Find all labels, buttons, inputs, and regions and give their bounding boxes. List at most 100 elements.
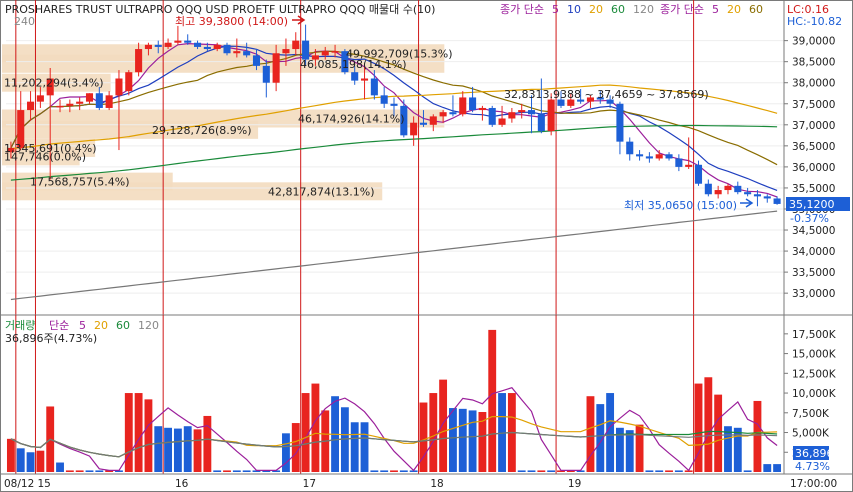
- candle-body: [665, 154, 673, 159]
- volume-bar: [527, 470, 536, 472]
- volume-bar: [223, 470, 231, 472]
- price-tick-label: 36,5000: [792, 141, 835, 153]
- candle-body: [351, 72, 359, 81]
- volume-bar: [164, 427, 173, 472]
- volume-bar: [665, 470, 673, 472]
- price-tick-label: 35,5000: [792, 183, 835, 195]
- price-tick-label: 38,0000: [792, 78, 835, 90]
- volume-profile-label: 29,128,726(8.9%): [152, 124, 252, 137]
- candle-body: [360, 78, 369, 81]
- price-tick-label: 39,0000: [792, 36, 835, 48]
- price-legend-left: 240: [14, 15, 35, 28]
- volume-profile-label: 46,174,926(14.1%): [298, 112, 405, 125]
- candle-body: [302, 40, 310, 60]
- legend-close-right-label: 종가 단순: [660, 3, 704, 16]
- volume-bar: [183, 426, 192, 472]
- volume-bar: [75, 470, 84, 472]
- volume-profile-label: 46,085,198(14.1%): [300, 58, 407, 71]
- legend-right-ma60-label: 60: [749, 3, 763, 16]
- volume-bar: [704, 377, 713, 472]
- volume-bar: [36, 450, 45, 472]
- volume-tick-label: 10,000K: [792, 388, 837, 400]
- volume-bar: [429, 393, 438, 472]
- volume-bar: [6, 438, 15, 472]
- candle-body: [164, 42, 172, 47]
- candle-body: [714, 190, 722, 195]
- volume-note: 36,896주(4.73%): [5, 332, 97, 345]
- volume-bar: [439, 379, 448, 472]
- x-tick-label: 18: [430, 478, 443, 490]
- volume-bar: [458, 408, 467, 472]
- volume-bar: [773, 464, 782, 472]
- candle-body: [753, 194, 761, 197]
- legend-ma20-label: 20: [589, 3, 603, 16]
- volume-bar: [714, 394, 723, 472]
- volume-bar: [203, 415, 212, 472]
- candle-body: [636, 154, 644, 157]
- candle-body: [262, 65, 270, 83]
- volume-bar: [56, 462, 64, 472]
- volume-bar: [232, 470, 241, 472]
- range-label: 32,8313.9388 ~ 37,4659 ~ 37,8569): [504, 88, 709, 101]
- volume-bar: [242, 470, 251, 472]
- stock-chart: 49,992,709(15.3%)46,085,198(14.1%)11,202…: [0, 0, 853, 492]
- x-tick-label: 16: [175, 478, 189, 490]
- volume-bar: [26, 452, 35, 472]
- candle-body: [685, 164, 693, 167]
- volume-bar: [724, 426, 732, 472]
- volume-bar: [16, 448, 25, 472]
- price-tick-label: 34,0000: [792, 246, 835, 258]
- current-volume-pct: 4.73%: [795, 460, 830, 473]
- candle-body: [105, 95, 113, 108]
- candle-body: [616, 103, 624, 142]
- volume-bar: [360, 422, 369, 472]
- volume-bar: [95, 470, 104, 472]
- candle-body: [282, 49, 290, 54]
- candle-body: [272, 53, 280, 83]
- candle-body: [694, 164, 703, 184]
- candle-body: [85, 93, 94, 102]
- candle-body: [419, 122, 428, 125]
- price-tick-label: 37,0000: [792, 120, 835, 132]
- volume-bar: [606, 393, 615, 472]
- volume-bar: [488, 329, 497, 472]
- volume-bar: [743, 470, 752, 472]
- hc-label: HC:-10.82: [787, 15, 842, 28]
- volume-bar: [468, 410, 477, 472]
- volume-tick-label: 17,500K: [792, 329, 837, 341]
- volume-bar: [517, 470, 526, 472]
- volume-bar: [350, 422, 359, 472]
- candle-body: [724, 185, 732, 191]
- volume-profile-label: 11,202,294(3.4%): [4, 77, 104, 90]
- volume-bar: [625, 430, 634, 472]
- volume-tick-label: 12,500K: [792, 368, 837, 380]
- volume-legend-item: 5: [79, 319, 86, 332]
- low-label: 최저 35,0650 (15:00): [624, 199, 737, 212]
- volume-bar: [134, 393, 143, 472]
- volume-bar: [311, 383, 320, 472]
- legend-ma240-label: 240: [14, 15, 35, 28]
- candle-body: [144, 44, 152, 50]
- legend-right-ma20-label: 20: [727, 3, 741, 16]
- x-tick-label: 17: [303, 478, 316, 490]
- x-tick-label: 08/12: [4, 478, 34, 490]
- candle-body: [675, 158, 683, 167]
- candle-body: [370, 78, 378, 96]
- current-volume: 36,896: [795, 447, 834, 460]
- volume-bar: [674, 470, 683, 472]
- volume-bar: [291, 423, 300, 472]
- volume-tick-label: 7,500K: [792, 408, 830, 420]
- candle-body: [36, 95, 44, 102]
- candle-body: [194, 42, 202, 47]
- volume-legend-item: 거래량: [5, 319, 35, 332]
- candle-body: [734, 185, 742, 193]
- x-tick-label: 19: [568, 478, 581, 490]
- volume-bar: [537, 470, 546, 472]
- volume-bar: [753, 400, 762, 472]
- candle-body: [645, 156, 653, 159]
- candle-body: [321, 51, 329, 56]
- candle-body: [390, 103, 398, 106]
- volume-bar: [645, 470, 654, 472]
- volume-bar: [390, 470, 398, 472]
- volume-bar: [173, 428, 182, 472]
